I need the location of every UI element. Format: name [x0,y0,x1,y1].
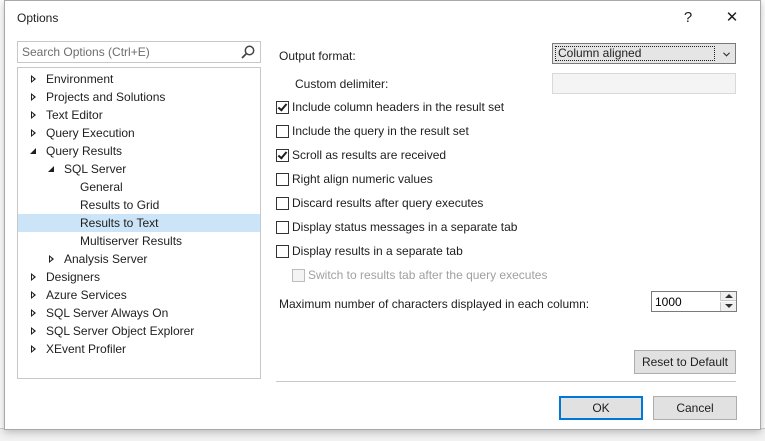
tree-item-label: XEvent Profiler [46,342,127,356]
checkbox-unchecked[interactable] [276,245,289,258]
spin-up-button[interactable] [720,292,736,301]
tree-item[interactable]: Query Results [18,142,260,160]
custom-delimiter-label: Custom delimiter: [295,77,389,91]
reset-to-default-button[interactable]: Reset to Default [634,350,736,374]
close-button[interactable]: ✕ [714,5,750,31]
tree-item[interactable]: Azure Services [18,286,260,304]
tree-item-label: SQL Server Object Explorer [46,324,195,338]
tree-item-label: Text Editor [46,108,103,122]
tree-item[interactable]: Query Execution [18,124,260,142]
option-checkbox-label: Switch to results tab after the query ex… [308,268,548,282]
option-checkbox-label: Display results in a separate tab [292,244,463,258]
tree-item-label: Multiserver Results [80,234,183,248]
tree-item[interactable]: SQL Server Always On [18,304,260,322]
tree-collapsed-arrow-icon[interactable] [28,124,38,142]
tree-item-label: SQL Server [64,162,127,176]
option-checkbox-label: Include column headers in the result set [292,100,505,114]
tree-collapsed-arrow-icon[interactable] [28,322,38,340]
tree-collapsed-arrow-icon[interactable] [28,106,38,124]
tree-item-label: Results to Grid [80,198,160,212]
checkbox-unchecked [292,269,305,282]
tree-collapsed-arrow-icon[interactable] [28,304,38,322]
search-box[interactable] [17,41,261,63]
tree-item-label: Azure Services [46,288,127,302]
options-tree[interactable]: Environment Projects and Solutions Text Ed… [17,67,261,379]
tree-item-label: General [80,180,123,194]
checkbox-checked[interactable] [276,149,289,162]
checkbox-checked[interactable] [276,101,289,114]
options-dialog: Options ? ✕ Environment Projects and Solu… [4,0,761,430]
option-checkbox-label: Display status messages in a separate ta… [292,220,518,234]
max-chars-label: Maximum number of characters displayed i… [279,297,590,311]
spin-down-button[interactable] [720,302,736,311]
tree-item[interactable]: General [18,178,260,196]
cancel-button[interactable]: Cancel [653,396,737,420]
option-checkbox-label: Right align numeric values [292,172,433,186]
tree-item[interactable]: Environment [18,70,260,88]
custom-delimiter-field [552,73,736,94]
search-input[interactable] [18,42,240,62]
tree-collapsed-arrow-icon[interactable] [28,286,38,304]
checkmark-icon [277,149,288,160]
tree-expanded-arrow-icon[interactable] [46,160,56,178]
tree-item[interactable]: Text Editor [18,106,260,124]
tree-collapsed-arrow-icon[interactable] [28,340,38,358]
tree-collapsed-arrow-icon[interactable] [28,88,38,106]
tree-item[interactable]: SQL Server Object Explorer [18,322,260,340]
max-chars-spinner[interactable] [651,291,737,312]
output-format-dropdown[interactable]: Column aligned [552,43,736,64]
tree-item-label: Designers [46,270,101,284]
output-format-label: Output format: [279,49,356,63]
tree-collapsed-arrow-icon[interactable] [46,250,56,268]
title-bar: Options ? ✕ [5,1,760,35]
checkbox-unchecked[interactable] [276,197,289,210]
search-icon[interactable] [240,44,256,60]
tree-item-label: Results to Text [80,216,159,230]
chevron-down-icon [723,52,730,57]
tree-collapsed-arrow-icon[interactable] [28,268,38,286]
tree-collapsed-arrow-icon[interactable] [28,70,38,88]
tree-item[interactable]: Results to Text [18,214,260,232]
tree-item[interactable]: XEvent Profiler [18,340,260,358]
help-button[interactable]: ? [670,5,706,31]
button-divider [276,381,736,382]
tree-item-label: Environment [46,72,114,86]
tree-item[interactable]: Designers [18,268,260,286]
dialog-title: Options [17,11,59,25]
tree-item-label: Projects and Solutions [46,90,166,104]
tree-item[interactable]: Projects and Solutions [18,88,260,106]
tree-item[interactable]: Results to Grid [18,196,260,214]
option-checkbox-label: Include the query in the result set [292,124,469,138]
checkmark-icon [277,101,288,112]
max-chars-input[interactable] [652,292,718,311]
checkbox-unchecked[interactable] [276,125,289,138]
tree-item-label: SQL Server Always On [46,306,169,320]
tree-expanded-arrow-icon[interactable] [28,142,38,160]
option-checkbox-label: Discard results after query executes [292,196,484,210]
tree-item-label: Query Results [46,144,123,158]
option-checkbox-label: Scroll as results are received [292,148,447,162]
checkbox-unchecked[interactable] [276,173,289,186]
output-format-value: Column aligned [555,46,715,61]
ok-button[interactable]: OK [559,396,643,420]
tree-item[interactable]: Analysis Server [18,250,260,268]
tree-item[interactable]: Multiserver Results [18,232,260,250]
tree-item-label: Query Execution [46,126,135,140]
tree-item[interactable]: SQL Server [18,160,260,178]
checkbox-unchecked[interactable] [276,221,289,234]
tree-item-label: Analysis Server [64,252,148,266]
